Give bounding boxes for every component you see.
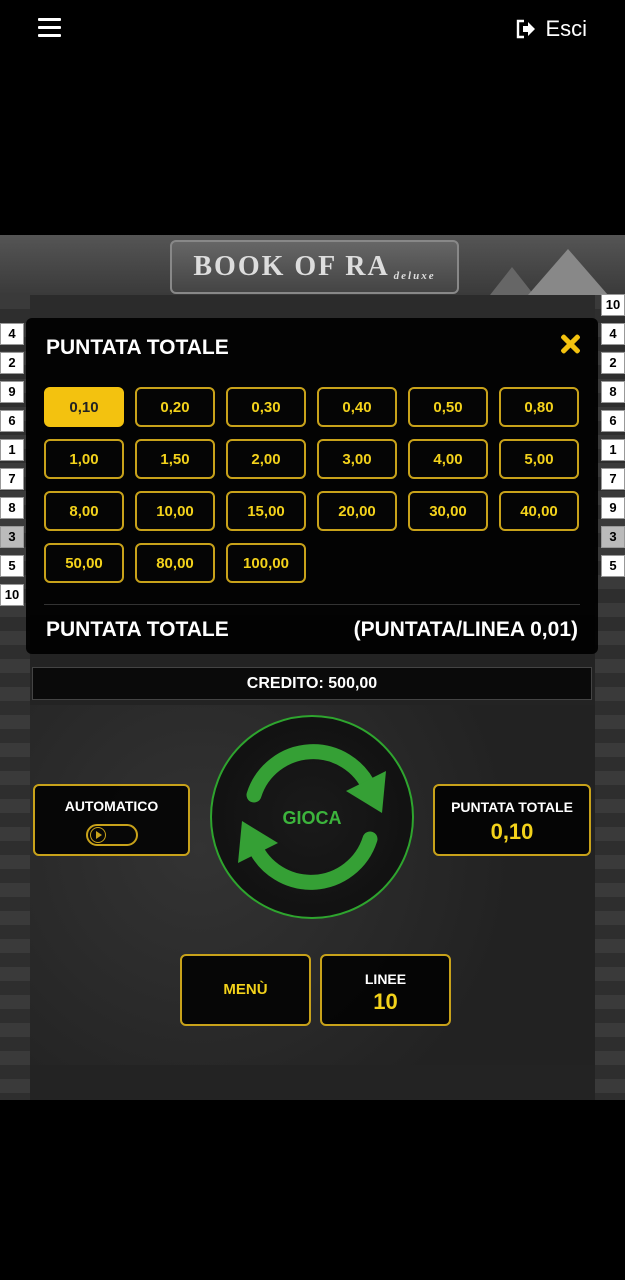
bet-option[interactable]: 80,00 (135, 543, 215, 583)
bet-option[interactable]: 0,30 (226, 387, 306, 427)
close-icon[interactable] (558, 332, 582, 356)
bet-option[interactable]: 30,00 (408, 491, 488, 531)
bet-option[interactable]: 5,00 (499, 439, 579, 479)
line-number-left: 3 (0, 526, 24, 548)
line-number-right: 8 (601, 381, 625, 403)
bet-selection-panel: PUNTATA TOTALE 0,10 0,20 0,30 0,40 0,50 … (26, 318, 598, 654)
line-number-right: 10 (601, 294, 625, 316)
bet-option[interactable]: 0,40 (317, 387, 397, 427)
panel-divider (44, 604, 580, 605)
spin-label: GIOCA (282, 808, 342, 828)
bet-option[interactable]: 20,00 (317, 491, 397, 531)
total-bet-button[interactable]: PUNTATA TOTALE 0,10 (433, 784, 591, 856)
bet-option[interactable]: 2,00 (226, 439, 306, 479)
bet-option[interactable]: 40,00 (499, 491, 579, 531)
bet-option[interactable]: 1,50 (135, 439, 215, 479)
autoplay-button[interactable]: AUTOMATICO (33, 784, 190, 856)
line-number-right: 2 (601, 352, 625, 374)
play-icon (89, 827, 106, 843)
exit-label: Esci (545, 16, 587, 41)
logo-title: BOOK OF RA (193, 251, 390, 282)
exit-icon (517, 19, 536, 39)
panel-footer-title: PUNTATA TOTALE (46, 618, 229, 641)
menu-button[interactable]: MENÙ (180, 954, 311, 1026)
bet-option[interactable]: 50,00 (44, 543, 124, 583)
menu-label: MENÙ (223, 981, 268, 998)
line-number-left: 2 (0, 352, 24, 374)
line-number-left: 10 (0, 584, 24, 606)
bet-option[interactable]: 4,00 (408, 439, 488, 479)
line-number-left: 5 (0, 555, 24, 577)
bet-option[interactable]: 1,00 (44, 439, 124, 479)
bet-option-selected[interactable]: 0,10 (44, 387, 124, 427)
logo-subtitle: deluxe (393, 270, 436, 282)
total-bet-value: 0,10 (490, 819, 534, 844)
line-number-left: 8 (0, 497, 24, 519)
line-number-left: 4 (0, 323, 24, 345)
bet-option[interactable]: 0,50 (408, 387, 488, 427)
bet-option[interactable]: 15,00 (226, 491, 306, 531)
spin-button[interactable]: GIOCA (210, 715, 414, 919)
bet-option[interactable]: 0,20 (135, 387, 215, 427)
panel-title: PUNTATA TOTALE (46, 336, 229, 359)
bet-per-line: (PUNTATA/LINEA 0,01) (353, 618, 578, 641)
exit-button[interactable]: Esci (515, 16, 587, 42)
pyramid-right (528, 249, 608, 295)
line-number-left: 1 (0, 439, 24, 461)
line-number-right: 7 (601, 468, 625, 490)
lines-label: LINEE (364, 971, 407, 987)
game-logo: BOOK OF RA deluxe (170, 240, 459, 294)
bet-options-grid: 0,10 0,20 0,30 0,40 0,50 0,80 1,00 1,50 … (44, 387, 579, 583)
line-number-right: 9 (601, 497, 625, 519)
line-number-right: 3 (601, 526, 625, 548)
lines-button[interactable]: LINEE 10 (320, 954, 451, 1026)
credit-display: CREDITO: 500,00 (32, 667, 592, 700)
autoplay-label: AUTOMATICO (64, 798, 159, 814)
line-number-left: 7 (0, 468, 24, 490)
line-number-left: 9 (0, 381, 24, 403)
total-bet-label: PUNTATA TOTALE (451, 799, 573, 815)
bet-option[interactable]: 10,00 (135, 491, 215, 531)
line-number-right: 4 (601, 323, 625, 345)
bet-option[interactable]: 100,00 (226, 543, 306, 583)
autoplay-toggle[interactable] (85, 824, 138, 846)
bet-option[interactable]: 0,80 (499, 387, 579, 427)
hamburger-menu-icon[interactable] (38, 18, 61, 38)
lines-value: 10 (373, 989, 398, 1014)
top-bar: Esci (0, 0, 625, 60)
line-number-right: 6 (601, 410, 625, 432)
bet-option[interactable]: 3,00 (317, 439, 397, 479)
bet-option[interactable]: 8,00 (44, 491, 124, 531)
line-number-left: 6 (0, 410, 24, 432)
line-number-right: 1 (601, 439, 625, 461)
line-number-right: 5 (601, 555, 625, 577)
